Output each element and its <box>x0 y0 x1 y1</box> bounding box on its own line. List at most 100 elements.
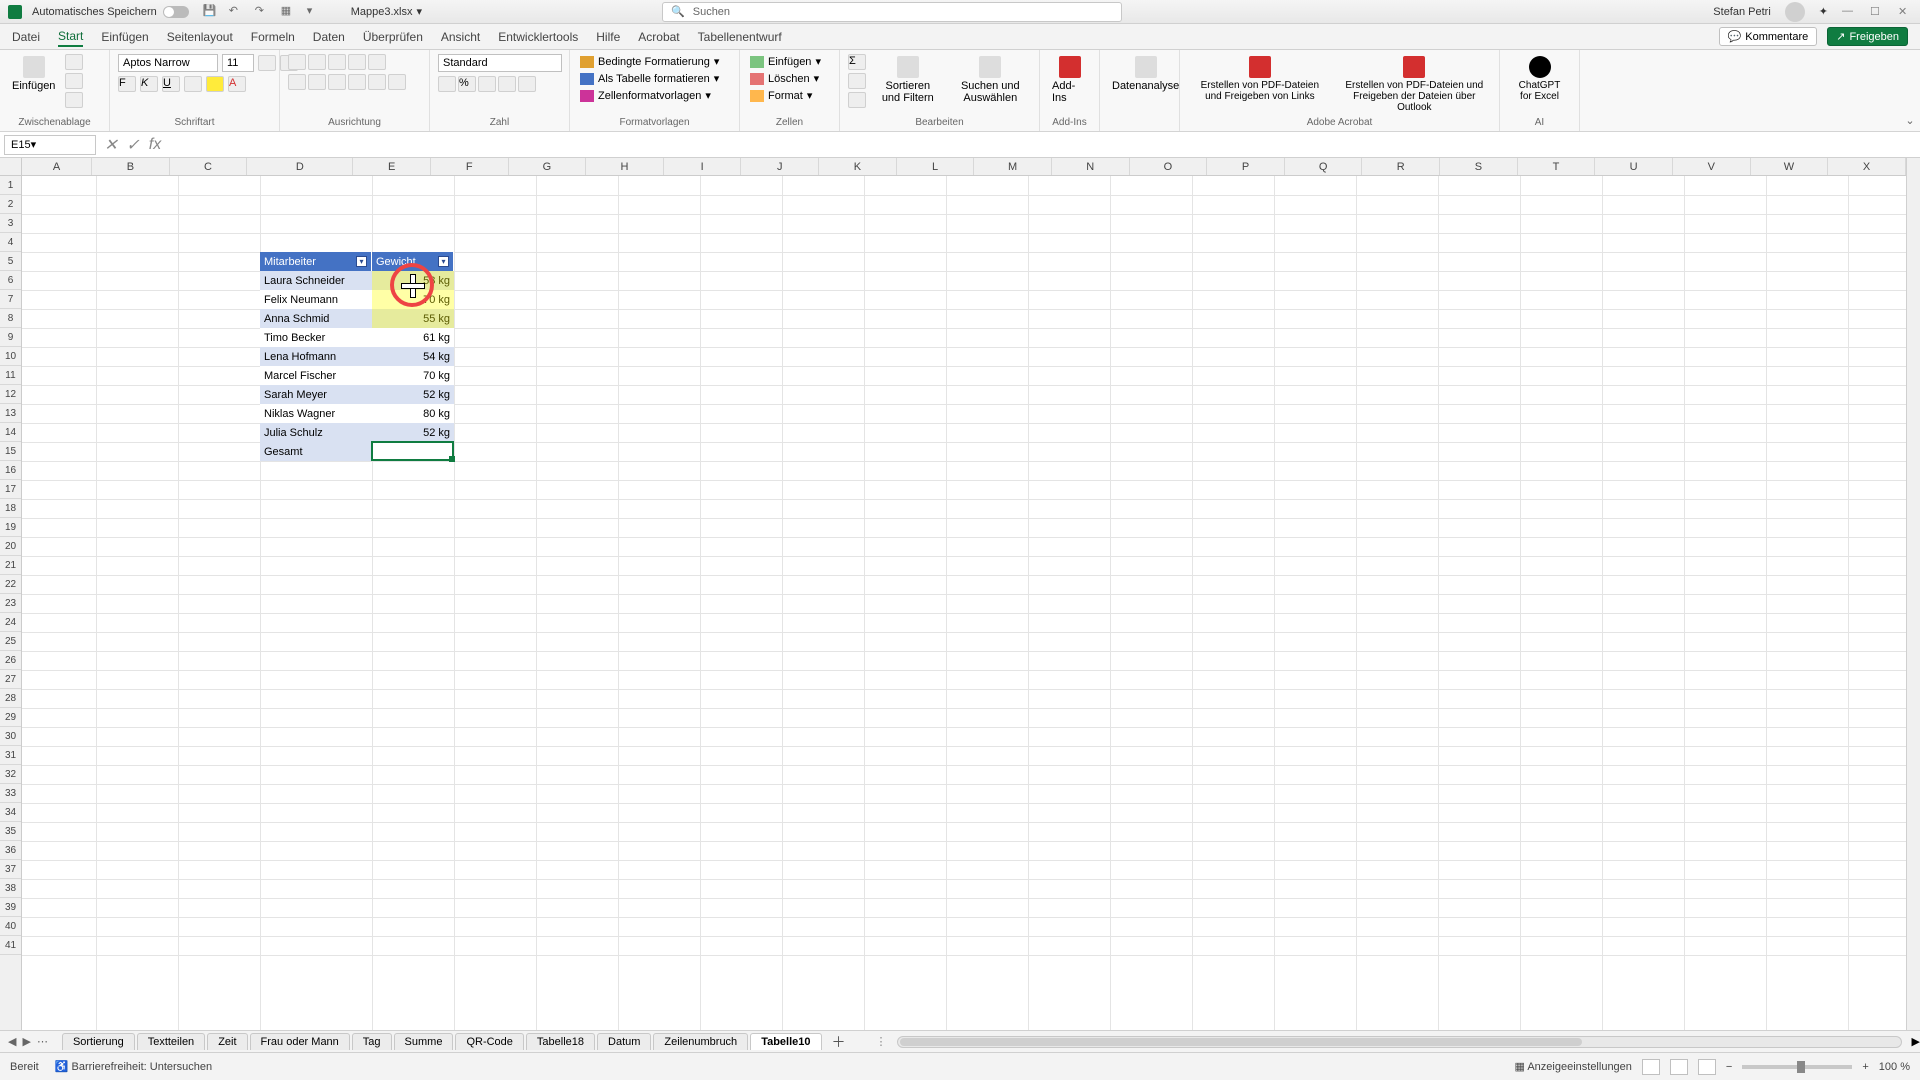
comma-button[interactable] <box>478 76 496 92</box>
col-header[interactable]: E <box>353 158 431 175</box>
addins-button[interactable]: Add-Ins <box>1048 54 1091 106</box>
bold-button[interactable]: F <box>118 76 136 92</box>
sheet-tab[interactable]: Tag <box>352 1033 392 1050</box>
row-header[interactable]: 41 <box>0 936 21 955</box>
row-header[interactable]: 26 <box>0 651 21 670</box>
accessibility-status[interactable]: ♿ Barrierefreiheit: Untersuchen <box>55 1060 212 1073</box>
table-cell[interactable]: Julia Schulz <box>260 423 372 442</box>
table-cell[interactable]: 70 kg <box>372 366 454 385</box>
col-header[interactable]: M <box>974 158 1052 175</box>
col-header[interactable]: X <box>1828 158 1906 175</box>
row-headers[interactable]: 1234567891011121314151617181920212223242… <box>0 176 22 1052</box>
table-row[interactable]: Sarah Meyer52 kg <box>260 385 454 404</box>
zoom-out-button[interactable]: − <box>1726 1061 1732 1073</box>
table-cell[interactable]: Marcel Fischer <box>260 366 372 385</box>
table-row[interactable]: Niklas Wagner80 kg <box>260 404 454 423</box>
row-header[interactable]: 38 <box>0 879 21 898</box>
spreadsheet-grid[interactable]: ABCDEFGHIJKLMNOPQRSTUVWX 123456789101112… <box>0 158 1920 1052</box>
minimize-icon[interactable]: — <box>1842 5 1856 19</box>
row-header[interactable]: 39 <box>0 898 21 917</box>
italic-button[interactable]: K <box>140 76 158 92</box>
table-cell[interactable]: 52 kg <box>372 385 454 404</box>
autosum-button[interactable]: Σ <box>848 54 866 70</box>
row-header[interactable]: 19 <box>0 518 21 537</box>
row-header[interactable]: 40 <box>0 917 21 936</box>
table-cell[interactable]: Laura Schneider <box>260 271 372 290</box>
page-layout-view-button[interactable] <box>1670 1059 1688 1075</box>
table-header[interactable]: Mitarbeiter▾ <box>260 252 372 271</box>
currency-button[interactable] <box>438 76 456 92</box>
fill-handle[interactable] <box>449 456 455 462</box>
row-header[interactable]: 12 <box>0 385 21 404</box>
row-header[interactable]: 24 <box>0 613 21 632</box>
maximize-icon[interactable]: ☐ <box>1870 5 1884 19</box>
table-cell[interactable]: 54 kg <box>372 347 454 366</box>
delete-cells-button[interactable]: Löschen ▾ <box>748 71 821 86</box>
row-header[interactable]: 3 <box>0 214 21 233</box>
sheet-tab[interactable]: Datum <box>597 1033 651 1050</box>
chatgpt-button[interactable]: ChatGPT for Excel <box>1508 54 1571 104</box>
row-header[interactable]: 2 <box>0 195 21 214</box>
table-row[interactable]: Timo Becker61 kg <box>260 328 454 347</box>
col-header[interactable]: V <box>1673 158 1751 175</box>
row-header[interactable]: 4 <box>0 233 21 252</box>
col-header[interactable]: D <box>247 158 353 175</box>
table-row[interactable]: Lena Hofmann54 kg <box>260 347 454 366</box>
sheet-tab[interactable]: Summe <box>394 1033 454 1050</box>
row-header[interactable]: 20 <box>0 537 21 556</box>
table-cell[interactable]: 61 kg <box>372 328 454 347</box>
close-icon[interactable]: ✕ <box>1898 5 1912 19</box>
filter-button[interactable]: ▾ <box>438 256 449 267</box>
clear-button[interactable] <box>848 92 866 108</box>
filter-button[interactable]: ▾ <box>356 256 367 267</box>
sheet-prev-button[interactable]: ◀ <box>8 1035 16 1048</box>
table-cell[interactable]: Gesamt <box>260 442 372 461</box>
column-headers[interactable]: ABCDEFGHIJKLMNOPQRSTUVWX <box>22 158 1906 176</box>
insert-cells-button[interactable]: Einfügen ▾ <box>748 54 823 69</box>
col-header[interactable]: U <box>1595 158 1673 175</box>
user-name[interactable]: Stefan Petri <box>1713 6 1770 18</box>
row-header[interactable]: 33 <box>0 784 21 803</box>
scroll-right-button[interactable]: ▶ <box>1912 1035 1920 1048</box>
fill-color-button[interactable] <box>206 76 224 92</box>
collapse-ribbon-button[interactable]: ⌄ <box>1900 50 1920 131</box>
col-header[interactable]: W <box>1751 158 1829 175</box>
table-cell[interactable]: Sarah Meyer <box>260 385 372 404</box>
undo-icon[interactable]: ↶ <box>229 4 245 20</box>
zoom-level[interactable]: 100 % <box>1879 1061 1910 1073</box>
sheet-tab[interactable]: Tabelle10 <box>750 1033 821 1050</box>
enter-formula-button[interactable]: ✓ <box>124 136 142 154</box>
row-header[interactable]: 8 <box>0 309 21 328</box>
fill-button[interactable] <box>848 73 866 89</box>
row-header[interactable]: 21 <box>0 556 21 575</box>
sheet-tab[interactable]: Zeilenumbruch <box>653 1033 748 1050</box>
merge-button[interactable] <box>388 74 406 90</box>
col-header[interactable]: N <box>1052 158 1130 175</box>
row-header[interactable]: 6 <box>0 271 21 290</box>
sheet-tab[interactable]: Sortierung <box>62 1033 135 1050</box>
table-cell[interactable]: Timo Becker <box>260 328 372 347</box>
row-header[interactable]: 31 <box>0 746 21 765</box>
col-header[interactable]: T <box>1518 158 1596 175</box>
comments-button[interactable]: 💬 Kommentare <box>1719 27 1818 46</box>
acrobat-share-outlook-button[interactable]: Erstellen von PDF-Dateien und Freigeben … <box>1338 54 1491 115</box>
select-all-corner[interactable] <box>0 158 22 176</box>
table-row[interactable]: Marcel Fischer70 kg <box>260 366 454 385</box>
col-header[interactable]: G <box>509 158 587 175</box>
row-header[interactable]: 23 <box>0 594 21 613</box>
row-header[interactable]: 30 <box>0 727 21 746</box>
filename[interactable]: Mappe3.xlsx ▾ <box>351 5 422 18</box>
tab-überprüfen[interactable]: Überprüfen <box>363 28 423 46</box>
tab-acrobat[interactable]: Acrobat <box>638 28 679 46</box>
sheet-tab[interactable]: QR-Code <box>455 1033 523 1050</box>
table-header[interactable]: Gewicht▾ <box>372 252 454 271</box>
tab-ansicht[interactable]: Ansicht <box>441 28 480 46</box>
row-header[interactable]: 13 <box>0 404 21 423</box>
col-header[interactable]: B <box>92 158 170 175</box>
format-cells-button[interactable]: Format ▾ <box>748 88 814 103</box>
conditional-formatting-button[interactable]: Bedingte Formatierung ▾ <box>578 54 721 69</box>
border-button[interactable] <box>184 76 202 92</box>
zoom-in-button[interactable]: + <box>1862 1061 1868 1073</box>
tab-start[interactable]: Start <box>58 27 83 47</box>
col-header[interactable]: O <box>1130 158 1208 175</box>
